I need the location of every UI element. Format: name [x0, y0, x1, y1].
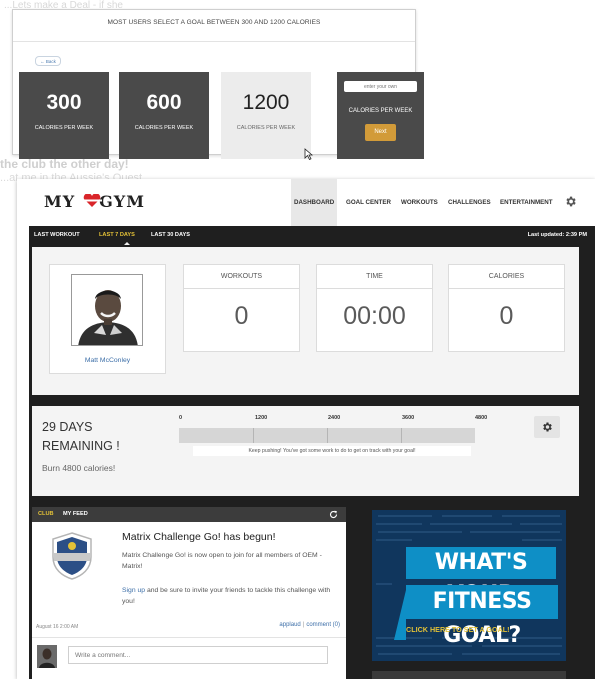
person-avatar-icon [72, 275, 142, 345]
days-remaining-line1: 29 DAYS [42, 420, 93, 434]
tab-last-7-days[interactable]: LAST 7 DAYS [99, 232, 135, 238]
logo-text-gym: GYM [99, 192, 145, 211]
applaud-link[interactable]: applaud [279, 622, 300, 628]
tab-my-feed[interactable]: MY FEED [63, 511, 88, 517]
custom-goal-tile: CALORIES PER WEEK Next [337, 72, 424, 159]
stats-panel: Matt McConley WORKOUTS 0 TIME 00:00 CALO… [32, 247, 579, 395]
heart-icon [82, 194, 102, 207]
banner-line2: FITNESS GOAL? [406, 585, 558, 648]
custom-goal-label: CALORIES PER WEEK [348, 108, 413, 114]
dashboard-content: LAST WORKOUT LAST 7 DAYS LAST 30 DAYS La… [29, 226, 595, 679]
calorie-progress-bar [179, 428, 475, 443]
post-body-signup: Sign up and be sure to invite your frien… [122, 585, 337, 607]
banner-line1: WHAT'S YOUR [406, 547, 556, 607]
days-remaining-line2: REMAINING ! [42, 439, 120, 453]
post-date: August 16 2:00 AM [36, 624, 79, 630]
gear-icon[interactable] [564, 195, 577, 208]
stat-label: TIME [317, 265, 432, 289]
progress-divider [327, 428, 328, 443]
top-navigation-bar: MY GYM DASHBOARD GOAL CENTER WORKOUTS CHA… [17, 179, 595, 226]
nav-challenges[interactable]: CHALLENGES [445, 179, 494, 226]
progress-tick: 1200 [255, 415, 268, 421]
goal-progress-panel: 29 DAYS REMAINING ! Burn 4800 calories! … [32, 406, 579, 496]
stat-time: TIME 00:00 [316, 264, 433, 352]
post-title: Matrix Challenge Go! has begun! [122, 531, 276, 543]
post-body: Matrix Challenge Go! is now open to join… [122, 552, 322, 570]
progress-tick: 4800 [475, 415, 488, 421]
stat-value: 0 [234, 302, 249, 330]
fitness-goal-banner[interactable]: WHAT'S YOUR FITNESS GOAL? CLICK HERE TO … [372, 510, 566, 661]
comment-link[interactable]: comment (0) [306, 622, 340, 628]
separator: | [302, 622, 305, 628]
goal-option-label: CALORIES PER WEEK [236, 125, 296, 131]
goal-option-value: 1200 [242, 91, 290, 114]
stat-label: WORKOUTS [184, 265, 299, 289]
back-button[interactable]: ← Back [35, 56, 61, 66]
user-avatar [37, 645, 57, 668]
divider [13, 41, 415, 42]
stat-label: CALORIES [449, 265, 564, 289]
goal-settings-button[interactable] [534, 416, 560, 438]
time-range-tabs: LAST WORKOUT LAST 7 DAYS LAST 30 DAYS La… [29, 226, 595, 246]
burn-goal-text: Burn 4800 calories! [42, 463, 116, 473]
progress-divider [253, 428, 254, 443]
goal-headline: MOST USERS SELECT A GOAL BETWEEN 300 AND… [107, 19, 321, 26]
dashboard-window: MY GYM DASHBOARD GOAL CENTER WORKOUTS CHA… [17, 179, 595, 679]
progress-tick: 3600 [402, 415, 415, 421]
banner-cta[interactable]: CLICK HERE TO SET A GOAL! [406, 625, 510, 634]
tab-last-workout[interactable]: LAST WORKOUT [34, 232, 80, 238]
active-tab-caret [124, 242, 130, 245]
post-body-continued: and be sure to invite your friends to ta… [122, 587, 331, 605]
stat-calories: CALORIES 0 [448, 264, 565, 352]
banner-accent [394, 590, 406, 640]
post-actions: applaud | comment (0) [279, 622, 340, 628]
progress-divider [401, 428, 402, 443]
stat-workouts: WORKOUTS 0 [183, 264, 300, 352]
profile-name[interactable]: Matt McConley [50, 357, 165, 364]
mouse-cursor-icon [304, 148, 313, 160]
comment-input[interactable] [68, 646, 328, 664]
secondary-banner[interactable] [372, 671, 566, 679]
feed-tabs: CLUB MY FEED [32, 507, 346, 522]
gear-icon [543, 422, 552, 432]
goal-option-300[interactable]: 300 CALORIES PER WEEK [19, 72, 109, 159]
stat-value: 0 [499, 302, 514, 330]
tab-last-30-days[interactable]: LAST 30 DAYS [151, 232, 190, 238]
nav-dashboard[interactable]: DASHBOARD [291, 179, 338, 226]
last-updated-text: Last updated: 2:39 PM [527, 232, 587, 238]
mygym-logo[interactable]: MY GYM [44, 192, 145, 211]
goal-selection-panel: MOST USERS SELECT A GOAL BETWEEN 300 AND… [12, 9, 424, 160]
progress-message: Keep pushing! You've got some work to do… [193, 446, 471, 456]
nav-entertainment[interactable]: ENTERTAINMENT [497, 179, 555, 226]
signup-link[interactable]: Sign up [122, 587, 145, 594]
shield-badge-icon [52, 532, 92, 580]
goal-option-label: CALORIES PER WEEK [34, 125, 94, 131]
refresh-icon[interactable] [329, 510, 338, 519]
background-text-2: the club the other day! [0, 157, 129, 171]
progress-tick: 2400 [328, 415, 341, 421]
goal-option-1200[interactable]: 1200 CALORIES PER WEEK [221, 72, 311, 159]
profile-photo[interactable] [71, 274, 143, 346]
days-remaining: 29 DAYS REMAINING ! [42, 418, 120, 456]
person-avatar-icon [37, 645, 57, 668]
club-feed-panel: CLUB MY FEED Matrix Challenge Go! has be… [32, 507, 346, 679]
nav-goal-center[interactable]: GOAL CENTER [343, 179, 394, 226]
divider [32, 637, 346, 638]
profile-card: Matt McConley [49, 264, 166, 374]
progress-tick: 0 [179, 415, 183, 421]
goal-option-600[interactable]: 600 CALORIES PER WEEK [119, 72, 209, 159]
logo-text-my: MY [44, 192, 76, 211]
goal-option-label: CALORIES PER WEEK [134, 125, 194, 131]
stat-value: 00:00 [343, 302, 406, 330]
next-button[interactable]: Next [365, 124, 396, 141]
tab-club[interactable]: CLUB [38, 511, 54, 517]
goal-option-value: 600 [146, 91, 182, 114]
goal-option-value: 300 [46, 91, 82, 114]
nav-workouts[interactable]: WORKOUTS [398, 179, 441, 226]
custom-goal-input[interactable] [344, 81, 417, 92]
